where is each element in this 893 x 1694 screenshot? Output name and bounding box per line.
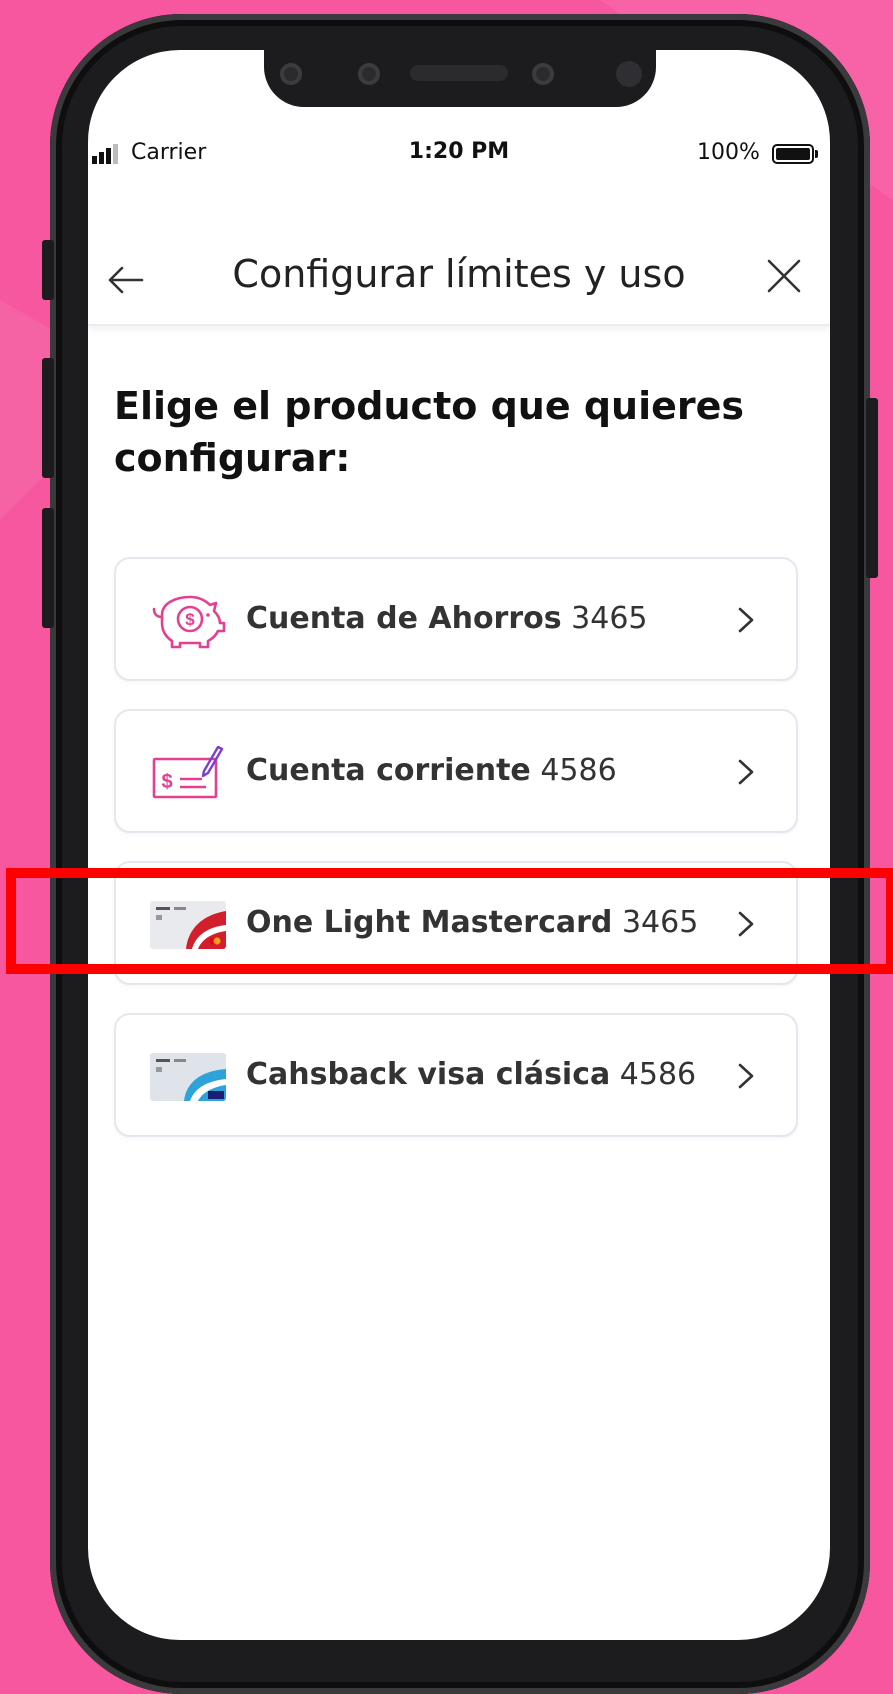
svg-text:$: $ <box>161 771 172 793</box>
product-number: 3465 <box>571 601 648 636</box>
battery-tip <box>815 150 818 158</box>
page-title: Configurar límites y uso <box>232 252 686 296</box>
phone-mute-switch <box>42 240 54 300</box>
chevron-right-icon <box>738 607 754 633</box>
product-card-checking[interactable]: $ Cuenta corriente 4586 <box>114 709 798 833</box>
battery-percent: 100% <box>697 140 760 165</box>
app-header: Configurar límites y uso <box>88 200 830 326</box>
close-icon <box>767 259 801 293</box>
product-name: Cuenta de Ahorros <box>246 601 562 636</box>
product-label: Cahsback visa clásica 4586 <box>246 1057 696 1092</box>
product-name: Cuenta corriente <box>246 753 531 788</box>
product-label: Cuenta corriente 4586 <box>246 753 617 788</box>
product-card-savings[interactable]: $ Cuenta de Ahorros 3465 <box>114 557 798 681</box>
phone-notch <box>264 47 656 107</box>
close-button[interactable] <box>764 256 804 296</box>
speaker-grille <box>410 65 508 81</box>
product-label: Cuenta de Ahorros 3465 <box>246 601 648 636</box>
phone-volume-up <box>42 358 54 478</box>
product-number: 3465 <box>621 905 699 940</box>
status-bar: Carrier 1:20 PM 100% <box>88 130 830 170</box>
svg-text:$: $ <box>185 610 195 629</box>
product-label: One Light Mastercard 3465 <box>246 905 698 940</box>
piggy-bank-icon: $ <box>152 595 226 649</box>
battery-icon <box>772 144 814 164</box>
product-name: Cahsback visa clásica <box>246 1057 611 1092</box>
product-name: One Light Mastercard <box>246 905 613 940</box>
product-card-visa[interactable]: Cahsback visa clásica 4586 <box>114 1013 798 1137</box>
mastercard-card-image <box>150 901 226 949</box>
chevron-right-icon <box>738 1063 754 1089</box>
product-card-mastercard[interactable]: One Light Mastercard 3465 <box>114 861 798 985</box>
phone-volume-down <box>42 508 54 628</box>
check-signing-icon: $ <box>152 745 224 799</box>
chevron-right-icon <box>738 911 754 937</box>
phone-power-button <box>866 398 878 578</box>
product-number: 4586 <box>540 753 617 788</box>
chevron-right-icon <box>738 759 754 785</box>
product-number: 4586 <box>619 1057 697 1092</box>
phone-screen: Carrier 1:20 PM 100% Configurar límites … <box>88 50 830 1640</box>
section-heading: Elige el producto que quieres configurar… <box>114 384 745 480</box>
visa-card-image <box>150 1053 226 1101</box>
